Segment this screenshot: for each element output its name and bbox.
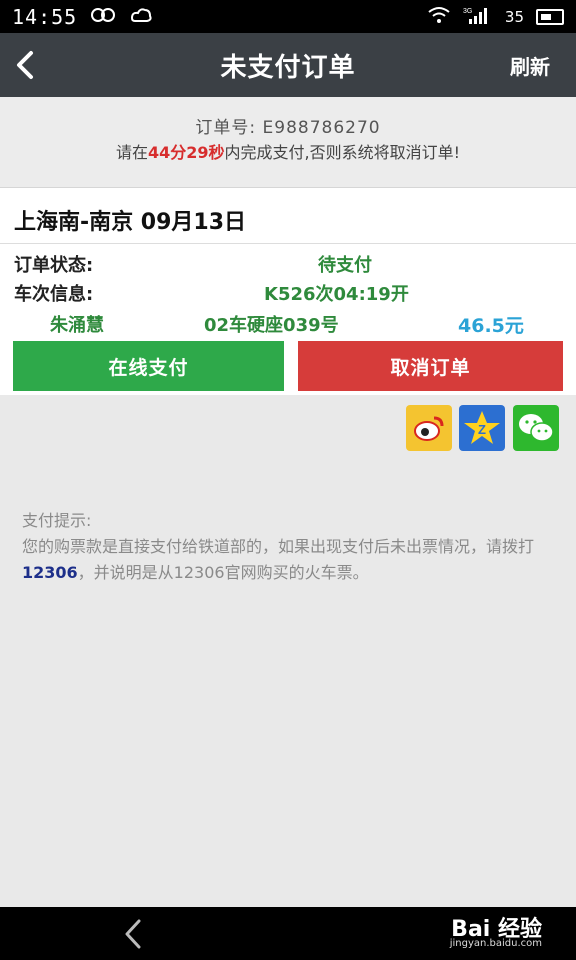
status-time: 14:55 [12, 4, 78, 29]
tips-body: 您的购票款是直接支付给铁道部的，如果出现支付后未出票情况，请拨打 12306，并说… [22, 534, 542, 586]
order-number: 订单号: E988786270 [0, 113, 576, 138]
bottom-nav-bar: Bai 经验 jingyan.baidu.com [0, 907, 576, 960]
trip-route: 上海南-南京 09月13日 [14, 210, 247, 235]
wifi-icon [427, 6, 451, 28]
tips-title: 支付提示: [22, 511, 92, 530]
status-value: 待支付 [318, 255, 372, 276]
back-button[interactable] [10, 47, 40, 83]
order-info-panel: 订单号: E988786270 请在44分29秒内完成支付,否则系统将取消订单! [0, 97, 576, 187]
svg-text:Z: Z [478, 422, 486, 437]
weibo-icon[interactable] [406, 405, 452, 451]
ticket-price: 46.5元 [458, 315, 524, 337]
signal-icon: 3G [463, 5, 493, 29]
nav-back-button[interactable] [120, 917, 150, 951]
divider [0, 243, 576, 244]
infinity-icon [89, 7, 117, 27]
order-card: 上海南-南京 09月13日 订单状态: 待支付 车次信息: K526次04:19… [0, 187, 576, 395]
cloud-icon [129, 6, 153, 28]
status-bar: 14:55 3G 35 [0, 0, 576, 33]
network-type: 3G [463, 8, 472, 15]
tips-text-before: 您的购票款是直接支付给铁道部的，如果出现支付后未出票情况，请拨打 [22, 537, 535, 556]
page-title: 未支付订单 [220, 52, 356, 83]
status-label: 订单状态: [14, 255, 94, 276]
order-number-label: 订单号: [195, 118, 257, 138]
signal-text: 35 [504, 7, 524, 26]
tips-phone-number[interactable]: 12306 [22, 563, 78, 582]
countdown-prefix: 请在 [115, 143, 148, 162]
seat-info: 02车硬座039号 [204, 315, 339, 336]
chevron-left-icon [17, 51, 33, 79]
refresh-button[interactable]: 刷新 [510, 51, 550, 80]
train-info-label: 车次信息: [14, 284, 94, 305]
qzone-icon[interactable]: Z [459, 405, 505, 451]
cancel-order-button[interactable]: 取消订单 [298, 341, 563, 391]
wechat-icon[interactable] [513, 405, 559, 451]
chevron-left-icon [125, 919, 141, 949]
countdown-time: 44分29秒 [147, 143, 225, 162]
header: 未支付订单 刷新 [0, 33, 576, 97]
tips-text-after: ，并说明是从12306官网购买的火车票。 [77, 563, 369, 582]
order-number-value: E988786270 [262, 118, 381, 138]
watermark-url: jingyan.baidu.com [449, 938, 542, 949]
payment-tips: 支付提示: 您的购票款是直接支付给铁道部的，如果出现支付后未出票情况，请拨打 12… [22, 508, 542, 586]
countdown-suffix: 内完成支付,否则系统将取消订单! [224, 143, 461, 162]
payment-countdown: 请在44分29秒内完成支付,否则系统将取消订单! [0, 139, 576, 163]
passenger-name: 朱涌慧 [50, 315, 104, 336]
battery-icon [536, 8, 564, 25]
pay-online-button[interactable]: 在线支付 [13, 341, 284, 391]
train-info-value: K526次04:19开 [264, 284, 409, 305]
